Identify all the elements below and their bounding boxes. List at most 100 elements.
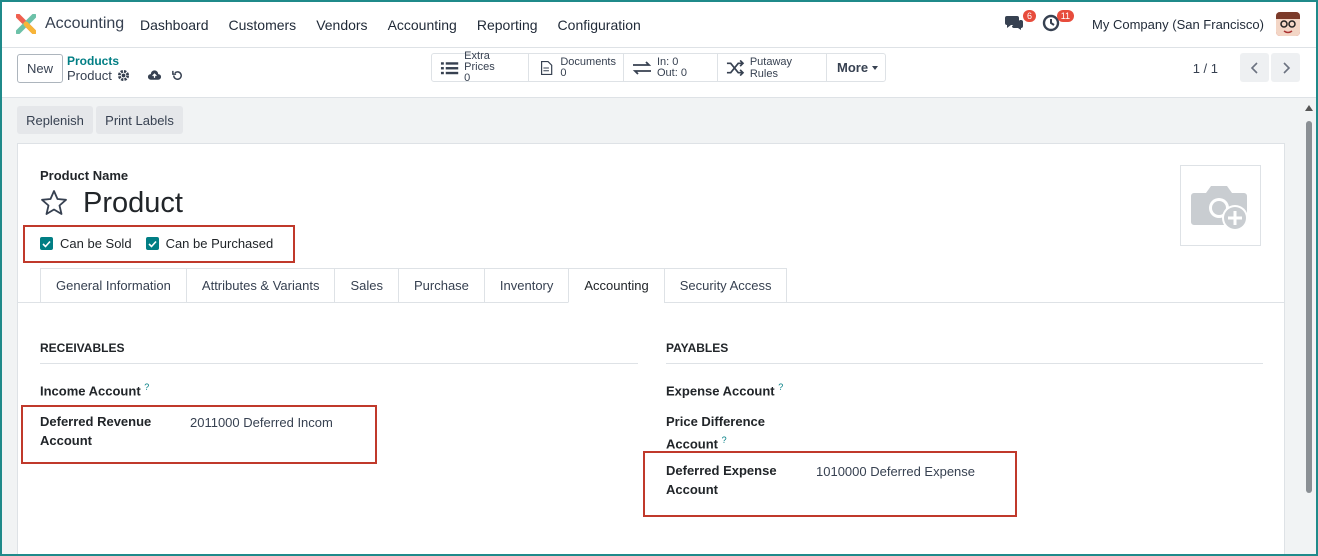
activities-button[interactable]: 11 (1042, 10, 1075, 38)
price-difference-label-line2: Account ? (666, 431, 765, 453)
payables-heading-text: PAYABLES (666, 341, 729, 355)
gear-icon[interactable] (117, 69, 131, 83)
breadcrumb-current: Product (67, 68, 112, 83)
star-icon[interactable] (40, 189, 68, 217)
menu-vendors[interactable]: Vendors (316, 17, 367, 33)
pager-next-button[interactable] (1271, 53, 1300, 82)
scroll-up-arrow-icon[interactable] (1305, 105, 1313, 111)
extra-prices-value: 0 (464, 72, 471, 84)
messages-button[interactable]: 6 (1004, 10, 1037, 38)
payables-heading: PAYABLES (666, 341, 1263, 364)
breadcrumb-products[interactable]: Products (67, 54, 119, 68)
pager-value[interactable]: 1 / 1 (1193, 61, 1218, 76)
extra-prices-label: Extra Prices (464, 50, 495, 73)
tab-inventory[interactable]: Inventory (483, 268, 569, 303)
cloud-save-icon[interactable] (147, 69, 162, 83)
shuffle-icon (726, 59, 745, 76)
income-account-label: Income Account ? (40, 378, 149, 400)
help-tooltip-icon[interactable]: ? (144, 382, 149, 392)
scroll-thumb[interactable] (1306, 121, 1312, 493)
chevron-left-icon (1250, 61, 1258, 74)
receivables-heading-text: RECEIVABLES (40, 341, 125, 355)
tab-sales[interactable]: Sales (334, 268, 398, 303)
out-label: Out: 0 (657, 66, 687, 79)
price-difference-label-line1: Price Difference (666, 414, 765, 429)
pager-buttons (1240, 53, 1300, 82)
more-dropdown[interactable]: More (827, 54, 885, 81)
deferred-revenue-field[interactable]: 2011000 Deferred Incom (190, 415, 333, 430)
price-difference-label: Price Difference Account ? (666, 412, 765, 453)
top-navbar: Accounting Dashboard Customers Vendors A… (0, 0, 1318, 48)
camera-plus-icon (1190, 185, 1248, 231)
income-account-label-text: Income Account (40, 383, 141, 399)
menu-dashboard[interactable]: Dashboard (140, 17, 209, 33)
help-tooltip-icon[interactable]: ? (722, 435, 727, 445)
can-be-purchased-checkbox[interactable] (145, 237, 159, 250)
in-out-button[interactable]: In: 0 Out: 0 (624, 54, 718, 81)
pager-previous-button[interactable] (1240, 53, 1269, 82)
product-name-label: Product Name (40, 168, 129, 183)
document-icon (540, 60, 553, 75)
check-icon (42, 240, 51, 248)
can-be-sold-label: Can be Sold (60, 236, 132, 251)
deferred-revenue-label-line1: Deferred Revenue (40, 414, 152, 429)
price-difference-label-line2-text: Account (666, 436, 718, 452)
more-label: More (837, 60, 869, 75)
chevron-right-icon (1282, 61, 1290, 74)
caret-down-icon (872, 65, 879, 70)
tab-general-information[interactable]: General Information (40, 268, 186, 303)
in-label: In: 0 (657, 55, 679, 68)
replenish-button[interactable]: Replenish (17, 106, 93, 134)
deferred-expense-label-line1: Deferred Expense (666, 463, 777, 478)
menu-customers[interactable]: Customers (229, 17, 297, 33)
deferred-expense-label-line2: Account (666, 482, 718, 497)
company-switcher[interactable]: My Company (San Francisco) (1092, 17, 1264, 32)
form-tabs: General Information Attributes & Variant… (40, 268, 788, 303)
menu-accounting[interactable]: Accounting (388, 17, 457, 33)
page-scrollbar[interactable] (1305, 105, 1313, 555)
tab-accounting[interactable]: Accounting (568, 268, 664, 303)
main-menu: Dashboard Customers Vendors Accounting R… (140, 17, 661, 33)
deferred-expense-field[interactable]: 1010000 Deferred Expense (816, 464, 975, 479)
product-name-field[interactable]: Product (83, 187, 183, 220)
tab-attributes-variants[interactable]: Attributes & Variants (185, 268, 335, 303)
expense-account-label-text: Expense Account (666, 383, 775, 399)
menu-configuration[interactable]: Configuration (558, 17, 641, 33)
user-avatar[interactable] (1276, 12, 1300, 36)
form-sheet: Product Name Product Can be Sold Can be … (17, 143, 1285, 556)
app-name[interactable]: Accounting (45, 15, 124, 33)
menu-reporting[interactable]: Reporting (477, 17, 538, 33)
messages-badge: 6 (1023, 10, 1037, 22)
control-panel: New Products Product Extra Prices 0 Docu… (0, 48, 1318, 98)
putaway-label: Putaway Rules (749, 55, 793, 80)
accounting-app-icon[interactable] (16, 14, 36, 34)
avatar-image (1276, 12, 1300, 36)
check-icon (147, 240, 157, 248)
help-tooltip-icon[interactable]: ? (778, 382, 783, 392)
extra-prices-button[interactable]: Extra Prices 0 (432, 50, 529, 84)
product-image-upload[interactable] (1180, 165, 1261, 246)
new-button[interactable]: New (17, 54, 63, 83)
transfer-arrows-icon (632, 60, 652, 75)
discard-icon[interactable] (171, 69, 185, 83)
documents-button[interactable]: Documents 0 (529, 54, 624, 81)
activities-badge: 11 (1056, 10, 1075, 22)
receivables-heading: RECEIVABLES (40, 341, 638, 364)
deferred-expense-label: Deferred Expense Account (666, 461, 777, 499)
documents-label: Documents (560, 55, 616, 68)
chat-icon (1005, 16, 1024, 30)
deferred-revenue-label-line2: Account (40, 433, 92, 448)
can-be-sold-checkbox[interactable] (40, 237, 53, 250)
tab-purchase[interactable]: Purchase (397, 268, 484, 303)
smart-buttons: Extra Prices 0 Documents 0 In: 0 Out: 0 (431, 50, 886, 84)
expense-account-label: Expense Account ? (666, 378, 783, 400)
putaway-rules-button[interactable]: Putaway Rules (718, 54, 827, 81)
tab-security-access[interactable]: Security Access (663, 268, 788, 303)
sale-purchase-flags: Can be Sold Can be Purchased (40, 236, 287, 251)
navbar-systray: 6 11 My Company (San Francisco) (1004, 10, 1300, 38)
record-actions (117, 69, 185, 83)
list-icon (440, 61, 459, 74)
deferred-revenue-label: Deferred Revenue Account (40, 412, 151, 450)
documents-value: 0 (560, 66, 567, 79)
print-labels-button[interactable]: Print Labels (96, 106, 183, 134)
